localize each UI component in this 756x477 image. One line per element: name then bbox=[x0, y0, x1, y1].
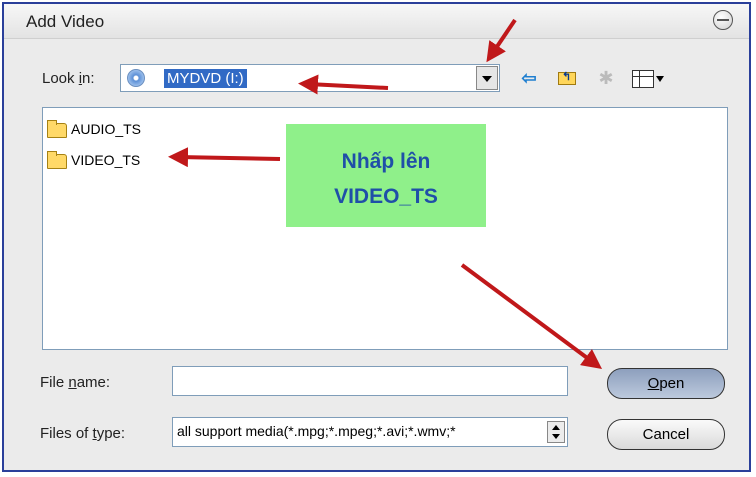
cd-drive-icon bbox=[127, 69, 145, 87]
folder-icon bbox=[47, 151, 67, 169]
title-bar[interactable]: Add Video bbox=[4, 4, 749, 39]
files-of-type-select[interactable]: all support media(*.mpg;*.mpeg;*.avi;*.w… bbox=[172, 417, 568, 447]
view-menu-icon[interactable] bbox=[632, 70, 654, 88]
callout-line-1: Nhấp lên bbox=[341, 150, 431, 173]
open-button[interactable]: Open bbox=[607, 368, 725, 399]
close-icon[interactable] bbox=[713, 10, 733, 30]
files-of-type-spinner[interactable] bbox=[547, 421, 565, 443]
cancel-button[interactable]: Cancel bbox=[607, 419, 725, 450]
look-in-dropdown-button[interactable] bbox=[476, 66, 498, 90]
instruction-callout: Nhấp lên VIDEO_TS bbox=[286, 124, 486, 227]
up-folder-icon[interactable]: ↰ bbox=[557, 68, 577, 88]
add-video-dialog: Add Video Look in: MYDVD (I:) ⇦ ↰ ✱ AUDI… bbox=[2, 2, 751, 472]
file-name: VIDEO_TS bbox=[71, 152, 141, 168]
callout-line-2: VIDEO_TS bbox=[334, 185, 438, 208]
files-of-type-value: all support media(*.mpg;*.mpeg;*.avi;*.w… bbox=[177, 423, 456, 439]
file-name-label: File name: bbox=[40, 374, 111, 391]
view-menu-chevron-down-icon[interactable] bbox=[656, 76, 664, 82]
look-in-label: Look in: bbox=[42, 70, 95, 87]
new-folder-icon: ✱ bbox=[598, 68, 614, 88]
look-in-combobox[interactable]: MYDVD (I:) bbox=[120, 64, 500, 92]
folder-icon bbox=[47, 120, 67, 138]
files-of-type-label: Files of type: bbox=[40, 425, 126, 442]
file-name: AUDIO_TS bbox=[71, 121, 142, 137]
back-arrow-icon[interactable]: ⇦ bbox=[519, 68, 539, 88]
look-in-value: MYDVD (I:) bbox=[163, 68, 248, 89]
dialog-title: Add Video bbox=[26, 12, 105, 31]
file-name-input[interactable] bbox=[172, 366, 568, 396]
